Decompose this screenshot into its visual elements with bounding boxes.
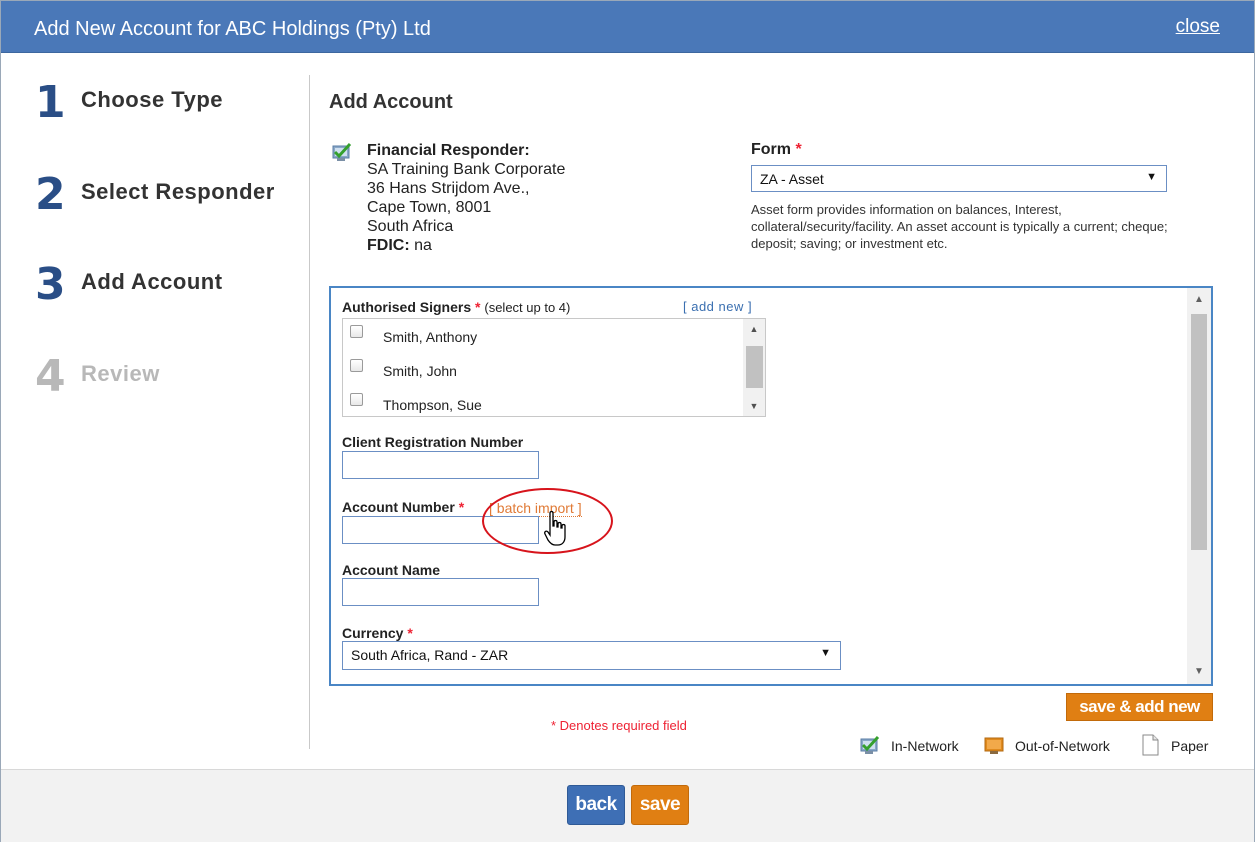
signer-name: Smith, John [383,363,457,379]
account-name-label: Account Name [342,562,441,578]
list-item[interactable]: Smith, John [343,357,743,387]
legend-label: In-Network [891,738,959,754]
hand-cursor-icon [544,510,566,546]
dialog-footer: back save [1,769,1254,842]
scroll-thumb[interactable] [746,346,763,388]
step-number: 1 [35,77,66,128]
form-label: Form * [751,141,802,159]
dropdown-arrow-icon: ▼ [1146,171,1157,183]
currency-select[interactable]: South Africa, Rand - ZAR ▼ [342,641,841,670]
financial-responder: Financial Responder: SA Training Bank Co… [367,141,565,255]
save-and-add-new-button[interactable]: save & add new [1066,693,1213,721]
form-description: Asset form provides information on balan… [751,202,1168,251]
dropdown-arrow-icon: ▼ [820,647,831,659]
fdic-label: FDIC: [367,237,410,254]
wizard-steps: 1 Choose Type 2 Select Responder 3 Add A… [1,53,309,748]
signers-list[interactable]: Smith, Anthony Smith, John Thompson, Sue… [342,318,766,417]
responder-name: SA Training Bank Corporate [367,161,566,178]
client-reg-input[interactable] [342,451,539,479]
in-network-icon [332,142,352,161]
form-select-value: ZA - Asset [760,171,824,187]
step-label: Review [81,361,160,386]
fdic-value: na [414,237,432,254]
scroll-up-icon[interactable]: ▲ [743,320,765,338]
scroll-down-icon[interactable]: ▼ [743,397,765,415]
step-label: Choose Type [81,87,224,112]
back-button[interactable]: back [567,785,625,825]
currency-select-value: South Africa, Rand - ZAR [351,647,509,663]
required-field-note: * Denotes required field [551,718,687,733]
step-label: Select Responder [81,179,275,204]
dialog-title: Add New Account for ABC Holdings (Pty) L… [34,18,431,40]
signer-checkbox[interactable] [350,359,363,372]
required-mark: * [475,299,481,315]
account-number-label-text: Account Number [342,499,455,515]
responder-address-line: Cape Town, 8001 [367,199,492,216]
signer-name: Smith, Anthony [383,329,478,345]
scroll-down-icon[interactable]: ▼ [1187,662,1211,682]
signer-name: Thompson, Sue [383,397,482,413]
paper-icon [1142,734,1159,756]
scroll-up-icon[interactable]: ▲ [1187,290,1211,310]
responder-fdic: FDIC: na [367,236,565,255]
close-link[interactable]: close [1176,16,1220,38]
signers-scrollbar[interactable]: ▲ ▼ [743,319,765,416]
currency-label: Currency * [342,625,413,641]
responder-address-line: 36 Hans Strijdom Ave., [367,180,530,197]
add-account-dialog: Add New Account for ABC Holdings (Pty) L… [0,0,1255,842]
page-title: Add Account [329,91,453,113]
list-item[interactable]: Thompson, Sue [343,391,743,416]
signer-checkbox[interactable] [350,393,363,406]
legend-label: Paper [1171,738,1209,754]
step-number: 3 [35,259,66,310]
required-mark: * [458,499,465,515]
list-item[interactable]: Smith, Anthony [343,323,743,353]
signers-label: Authorised Signers * (select up to 4) [342,299,570,315]
steps-divider [309,75,310,749]
account-fields-pane[interactable]: Authorised Signers * (select up to 4) [ … [329,286,1213,686]
currency-label-text: Currency [342,625,404,641]
signers-label-text: Authorised Signers [342,299,472,315]
responder-country: South Africa [367,218,454,235]
save-button[interactable]: save [631,785,689,825]
signer-checkbox[interactable] [350,325,363,338]
account-name-input[interactable] [342,578,539,606]
legend-label: Out-of-Network [1015,738,1110,754]
signers-note: (select up to 4) [484,300,571,315]
step-number: 2 [35,169,66,220]
in-network-icon [860,735,880,754]
scroll-thumb[interactable] [1191,314,1207,550]
form-select[interactable]: ZA - Asset ▼ [751,165,1167,192]
step-label: Add Account [81,269,223,294]
pane-scrollbar[interactable]: ▲ ▼ [1187,288,1211,684]
out-of-network-icon [984,737,1004,754]
client-reg-label: Client Registration Number [342,434,524,450]
account-number-label: Account Number * [342,499,464,515]
add-new-signer-link[interactable]: [ add new ] [683,299,752,314]
dialog-title-bar: Add New Account for ABC Holdings (Pty) L… [1,1,1254,53]
form-label-text: Form [751,141,791,158]
required-mark: * [407,625,413,641]
required-mark: * [795,141,802,158]
step-number: 4 [35,351,66,402]
responder-label: Financial Responder: [367,142,530,159]
